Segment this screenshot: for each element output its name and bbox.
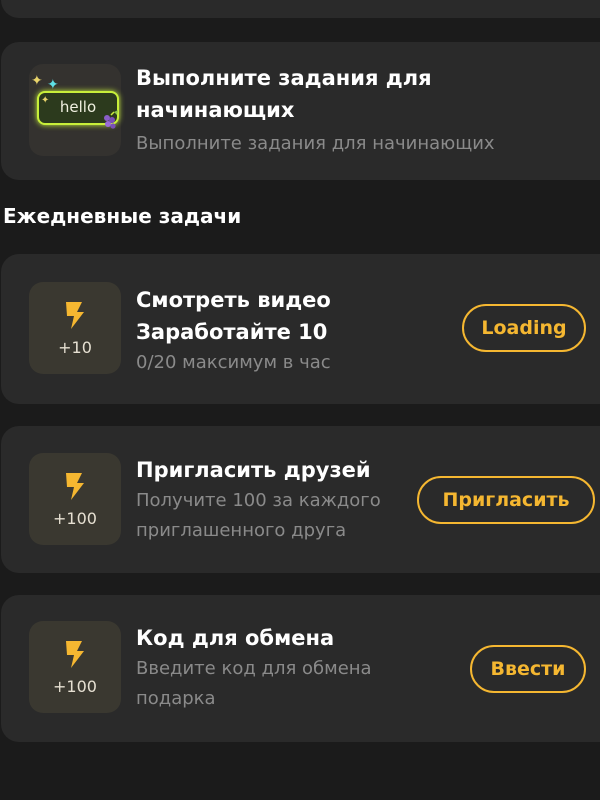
redeem-code-title: Код для обмена	[136, 626, 335, 650]
beginner-title: Выполните задания для начинающих	[136, 62, 432, 126]
grape-decoration-icon	[104, 110, 118, 129]
reward-amount: +100	[53, 677, 97, 696]
beginner-subtitle: Выполните задания для начинающих	[136, 133, 495, 154]
watch-video-limit: 0/20 максимум в час	[136, 352, 331, 373]
reward-amount: +10	[58, 338, 92, 357]
reward-thumbnail: +10	[29, 282, 121, 374]
invite-friends-description-line2: приглашенного друга	[136, 520, 347, 541]
invite-friends-title: Пригласить друзей	[136, 458, 371, 482]
invite-friends-description-line1: Получите 100 за каждого	[136, 490, 381, 511]
sparkle-icon: ✦	[41, 95, 50, 106]
watch-video-task-card: +10 Смотреть видео Заработайте 10 0/20 м…	[1, 254, 600, 404]
lightning-icon	[66, 302, 84, 329]
tasks-page: hello ✦ ✦ ✦ Выполните задания для начина…	[0, 0, 600, 800]
watch-video-title-line2: Заработайте 10	[136, 320, 328, 344]
hello-badge-thumbnail: hello ✦ ✦ ✦	[29, 64, 121, 156]
reward-thumbnail: +100	[29, 453, 121, 545]
lightning-icon	[66, 641, 84, 668]
lightning-icon	[66, 473, 84, 500]
beginner-title-line1: Выполните задания для	[136, 66, 432, 90]
reward-thumbnail: +100	[29, 621, 121, 713]
redeem-code-description-line2: подарка	[136, 688, 216, 709]
invite-friends-task-card: +100 Пригласить друзей Получите 100 за к…	[1, 426, 600, 573]
enter-code-button[interactable]: Ввести	[470, 645, 586, 693]
sparkle-icon: ✦	[47, 77, 59, 93]
watch-video-title: Смотреть видео Заработайте 10	[136, 284, 331, 348]
invite-friends-description: Получите 100 за каждого приглашенного др…	[136, 486, 381, 546]
redeem-code-task-card: +100 Код для обмена Введите код для обме…	[1, 595, 600, 742]
watch-video-title-line1: Смотреть видео	[136, 288, 331, 312]
sparkle-icon: ✦	[31, 73, 43, 89]
daily-tasks-heading: Ежедневные задачи	[3, 204, 242, 228]
reward-amount: +100	[53, 509, 97, 528]
redeem-code-description-line1: Введите код для обмена	[136, 658, 372, 679]
invite-button[interactable]: Пригласить	[417, 476, 595, 524]
loading-button[interactable]: Loading	[462, 304, 586, 352]
beginner-title-line2: начинающих	[136, 98, 295, 122]
redeem-code-description: Введите код для обмена подарка	[136, 654, 372, 714]
previous-task-card	[1, 0, 600, 18]
beginner-tasks-card[interactable]: hello ✦ ✦ ✦ Выполните задания для начина…	[1, 42, 600, 180]
